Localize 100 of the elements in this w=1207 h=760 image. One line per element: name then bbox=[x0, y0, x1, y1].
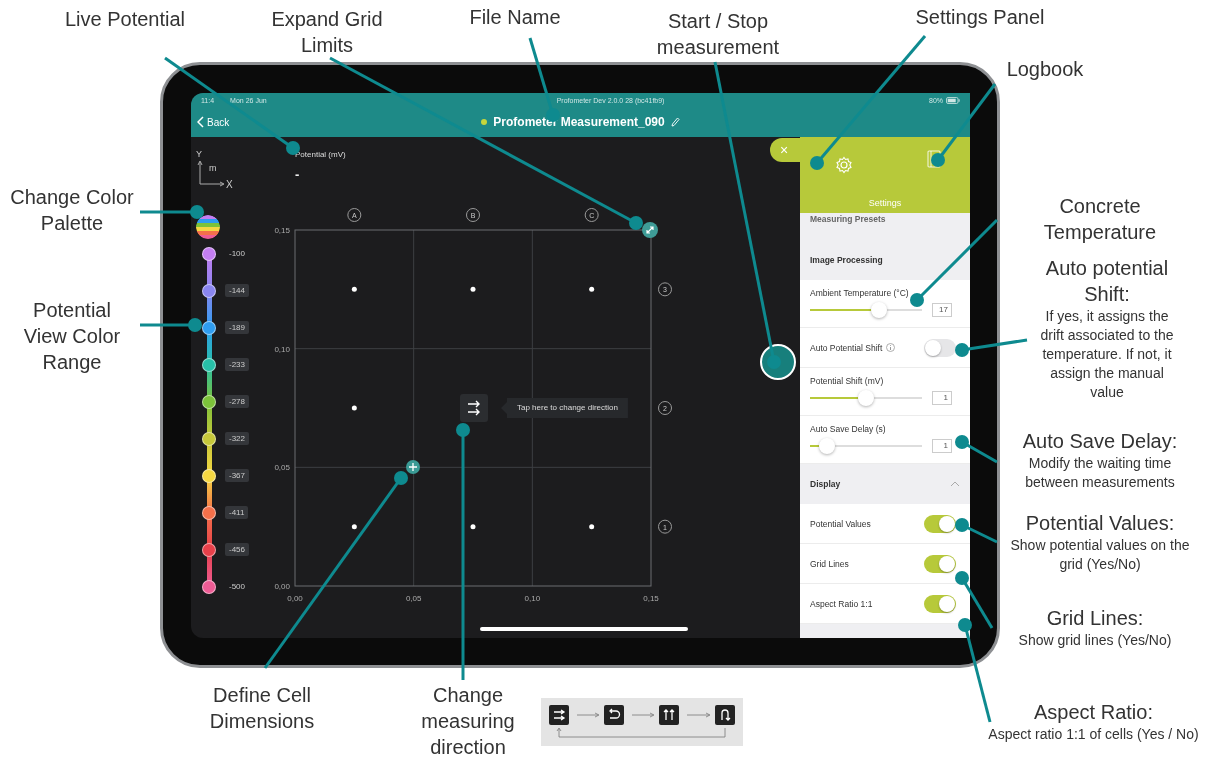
setting-label: Grid Lines bbox=[810, 558, 849, 569]
range-value: -411 bbox=[225, 506, 249, 519]
potential-label: Potential (mV) bbox=[295, 150, 346, 159]
color-stop-handle[interactable] bbox=[202, 468, 216, 483]
tick-label: 0,00 bbox=[274, 582, 290, 591]
setting-label: Potential Shift (mV) bbox=[810, 376, 885, 386]
callout-title: Aspect Ratio: bbox=[1033, 700, 1154, 725]
range-value: -367 bbox=[225, 469, 249, 482]
status-dot-icon bbox=[481, 119, 488, 125]
callout-title: Grid Lines: bbox=[1045, 606, 1145, 631]
measurement-point bbox=[351, 405, 357, 411]
section-title: Image Processing bbox=[810, 255, 883, 265]
axis-label: m bbox=[209, 163, 217, 173]
toggle-switch[interactable] bbox=[924, 594, 956, 613]
tick-label: 0,00 bbox=[287, 594, 303, 603]
tooltip: Tap here to change direction bbox=[501, 398, 628, 418]
color-palette-icon[interactable] bbox=[196, 215, 220, 239]
color-stop-handle[interactable] bbox=[202, 246, 216, 261]
setting-label: Ambient Temperature (°C) bbox=[810, 288, 910, 298]
battery-icon bbox=[946, 96, 960, 104]
toggle-switch[interactable] bbox=[924, 554, 956, 573]
tick-label: 0,05 bbox=[274, 463, 290, 473]
value-field[interactable]: 1 bbox=[932, 391, 952, 405]
callout-title: Live Potential bbox=[63, 7, 187, 32]
toggle-switch[interactable] bbox=[924, 338, 956, 357]
callout-title: Change measuring direction bbox=[420, 683, 516, 760]
color-stop-handle[interactable] bbox=[202, 283, 216, 298]
slider[interactable] bbox=[810, 438, 922, 454]
callout-note: Show grid lines (Yes/No) bbox=[1017, 631, 1173, 650]
range-value: -322 bbox=[225, 432, 249, 445]
callout-note: Show potential values on the grid (Yes/No) bbox=[1009, 536, 1191, 574]
direction-button[interactable] bbox=[460, 394, 488, 422]
range-value: -500 bbox=[228, 581, 246, 593]
range-value: -233 bbox=[225, 358, 249, 371]
color-stop-handle[interactable] bbox=[202, 431, 216, 446]
callout-title: Start / Stop measurement bbox=[655, 9, 781, 60]
callout-title: Expand Grid Limits bbox=[270, 7, 384, 58]
slider-thumb[interactable] bbox=[818, 438, 835, 454]
range-value: -144 bbox=[225, 284, 249, 297]
setting-label: Aspect Ratio 1:1 bbox=[810, 598, 873, 609]
section-title: Measuring Presets bbox=[810, 214, 886, 224]
tick-label: 0,05 bbox=[405, 594, 422, 603]
potential-value: - bbox=[295, 167, 300, 182]
range-value: -189 bbox=[225, 321, 249, 334]
setting-label: Potential Values bbox=[810, 518, 871, 529]
leader-line bbox=[955, 518, 998, 544]
book-icon[interactable] bbox=[927, 150, 941, 168]
tick-label: 0,15 bbox=[274, 226, 290, 235]
callout-title: Potential View Color Range bbox=[22, 298, 122, 375]
callout-note: Modify the waiting time between measurements bbox=[1024, 454, 1176, 492]
measurement-point bbox=[589, 286, 595, 292]
slider-thumb[interactable] bbox=[858, 390, 874, 406]
measurement-point bbox=[351, 286, 357, 292]
color-stop-handle[interactable] bbox=[202, 579, 216, 594]
slider[interactable] bbox=[810, 390, 922, 406]
callout-title: Settings Panel bbox=[914, 5, 1046, 30]
add-cell-button[interactable] bbox=[406, 460, 420, 474]
tick-label: 0,15 bbox=[643, 594, 659, 603]
measurement-point bbox=[351, 524, 357, 530]
tick-label: 0,10 bbox=[524, 594, 541, 603]
pencil-icon[interactable] bbox=[670, 117, 680, 127]
slider-thumb[interactable] bbox=[871, 302, 888, 318]
info-icon[interactable] bbox=[886, 343, 896, 352]
measurement-point bbox=[589, 524, 595, 530]
color-stop-handle[interactable] bbox=[202, 394, 216, 409]
callout-title: File Name bbox=[468, 5, 562, 30]
axis-label: X bbox=[226, 179, 233, 190]
color-stop-handle[interactable] bbox=[202, 542, 216, 557]
value-field[interactable]: 17 bbox=[932, 303, 952, 317]
color-stop-handle[interactable] bbox=[202, 505, 216, 520]
range-value: -100 bbox=[228, 248, 246, 260]
tick-label: 0,10 bbox=[274, 344, 290, 354]
plus-icon bbox=[406, 460, 420, 474]
leader-line bbox=[955, 435, 998, 464]
setting-label: Auto Potential Shift bbox=[810, 342, 883, 353]
callout-title: Logbook bbox=[1005, 57, 1085, 82]
chevron-icon bbox=[197, 116, 204, 128]
value-field[interactable]: 1 bbox=[932, 439, 952, 453]
toggle-switch[interactable] bbox=[924, 514, 956, 533]
color-stop-handle[interactable] bbox=[202, 320, 216, 335]
callout-title: Concrete Temperature bbox=[1042, 194, 1158, 245]
measurement-point bbox=[470, 524, 476, 530]
range-value: -456 bbox=[225, 543, 249, 556]
file-name[interactable]: Profometer Measurement_090 bbox=[493, 115, 665, 129]
range-value: -278 bbox=[225, 395, 249, 408]
measurement-point bbox=[470, 286, 476, 292]
back-button[interactable]: Back bbox=[197, 116, 230, 128]
axis-label: Y bbox=[196, 149, 202, 159]
callout-title: Auto Save Delay: bbox=[1021, 429, 1179, 454]
leader-line bbox=[140, 205, 204, 219]
expand-button[interactable] bbox=[642, 222, 658, 238]
callout-title: Auto potential Shift: bbox=[1044, 256, 1170, 307]
leader-line bbox=[140, 318, 202, 332]
callout-title: Define Cell Dimensions bbox=[208, 683, 316, 734]
section-title: Display bbox=[810, 479, 841, 489]
panel-title: Settings bbox=[867, 198, 903, 208]
callout-note: If yes, it assigns the drift associated to the temperature. If not, it assign the manual value bbox=[1039, 307, 1175, 402]
callout-title: Potential Values: bbox=[1024, 511, 1176, 536]
color-stop-handle[interactable] bbox=[202, 357, 216, 372]
callout-note: Aspect ratio 1:1 of cells (Yes / No) bbox=[987, 725, 1200, 744]
